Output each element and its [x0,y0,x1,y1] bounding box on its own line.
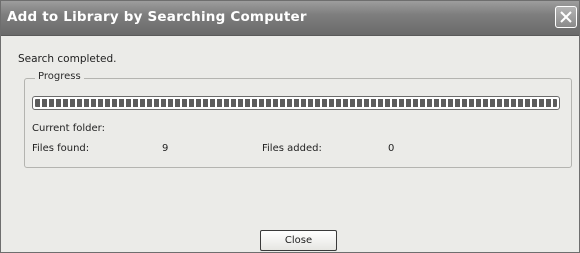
progress-legend: Progress [35,71,84,82]
files-added-value: 0 [388,143,395,154]
files-found-value: 9 [162,143,169,154]
close-window-button[interactable] [555,6,577,28]
current-folder-label: Current folder: [32,123,105,134]
dialog-window: Add to Library by Searching Computer Sea… [0,0,580,253]
progress-bar [32,96,560,110]
title-bar[interactable]: Add to Library by Searching Computer [1,1,579,36]
files-added-label: Files added: [262,143,322,154]
window-title: Add to Library by Searching Computer [7,9,307,25]
progress-bar-fill [35,99,557,107]
files-found-label: Files found: [32,143,90,154]
progress-group: Progress Current folder: Files found: 9 … [24,71,572,168]
status-message: Search completed. [18,53,117,65]
close-button[interactable]: Close [260,230,337,251]
